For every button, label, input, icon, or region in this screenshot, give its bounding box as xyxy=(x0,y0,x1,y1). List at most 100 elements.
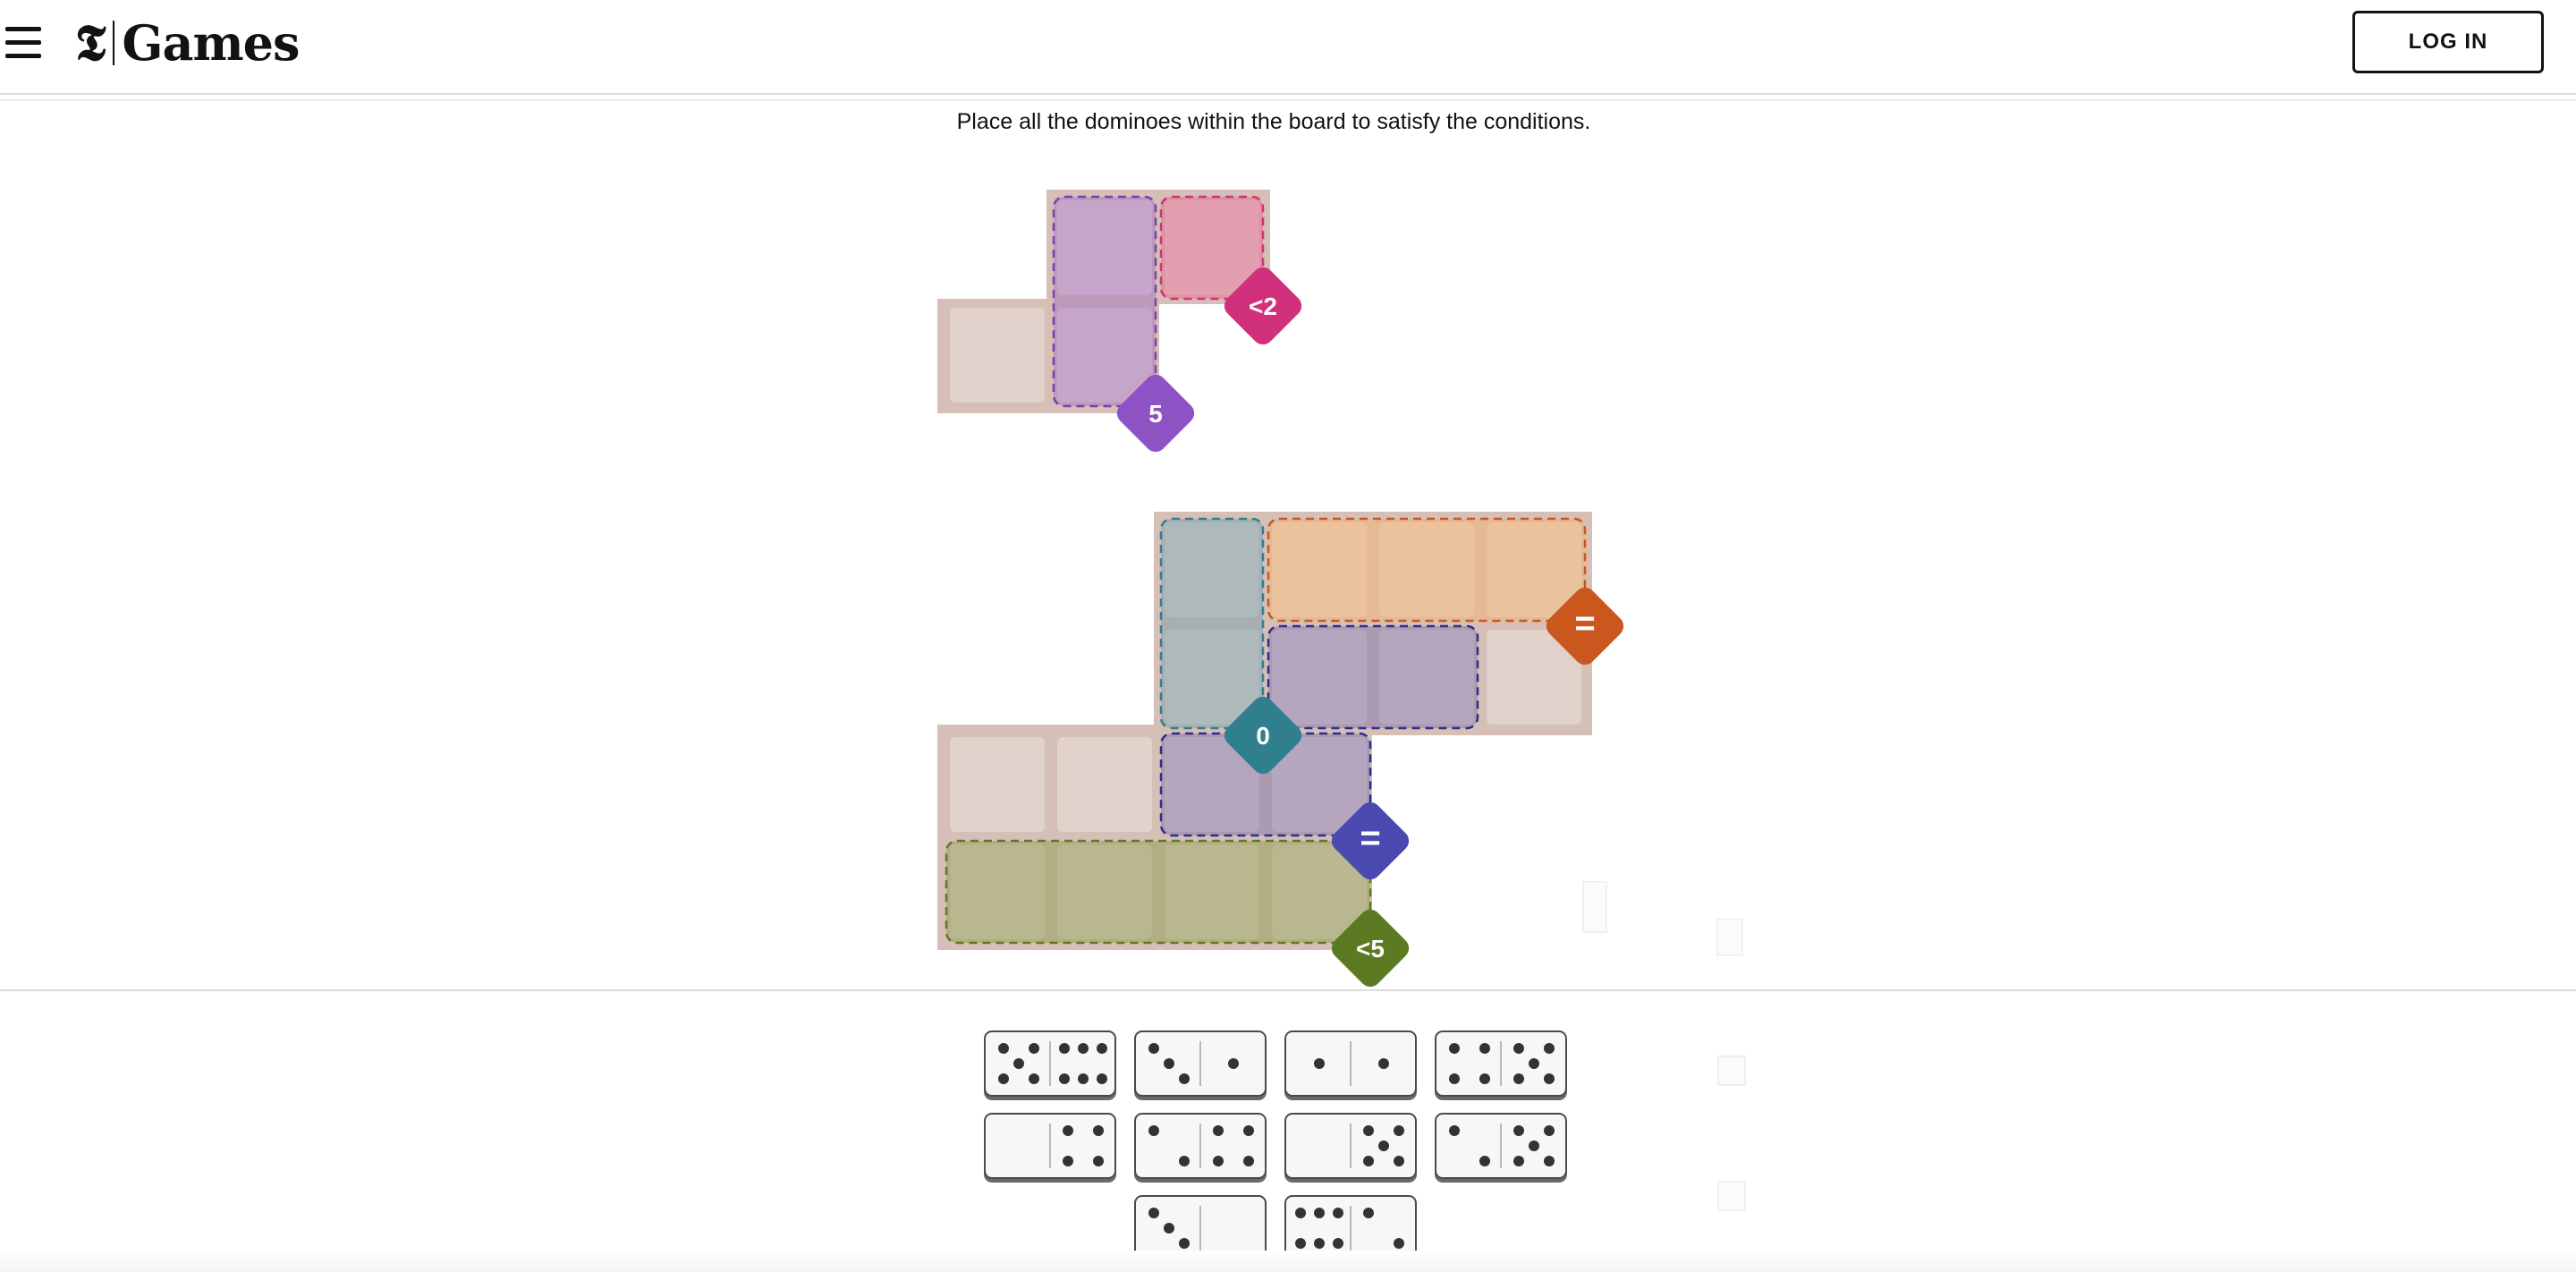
domino-pip xyxy=(1148,1125,1159,1136)
domino-pip xyxy=(1093,1156,1104,1166)
domino-half-right xyxy=(1055,1038,1111,1090)
domino-pip xyxy=(1078,1073,1089,1084)
domino-pip xyxy=(1243,1156,1254,1166)
domino-pip xyxy=(1544,1125,1555,1136)
domino-pip xyxy=(1097,1073,1107,1084)
domino-pip xyxy=(1097,1043,1107,1054)
domino-pip xyxy=(998,1043,1009,1054)
domino-pip xyxy=(1394,1125,1404,1136)
puzzle-board: <2 5 = 0 = <5 xyxy=(937,190,1743,988)
domino-half-left xyxy=(991,1038,1046,1090)
domino-pip xyxy=(1179,1156,1190,1166)
domino-half-right xyxy=(1506,1120,1562,1172)
badge-label: <5 xyxy=(1356,935,1385,962)
domino-divider xyxy=(1350,1041,1352,1086)
domino-pip xyxy=(1449,1073,1460,1084)
domino-pip xyxy=(1063,1125,1073,1136)
domino-tile[interactable] xyxy=(1435,1030,1567,1097)
domino-pip xyxy=(1544,1043,1555,1054)
domino-pip xyxy=(1179,1238,1190,1249)
domino-pip xyxy=(1164,1058,1174,1069)
ghost-mark xyxy=(1717,1181,1746,1211)
board-cell[interactable] xyxy=(950,737,1045,832)
domino-pip xyxy=(1314,1208,1325,1218)
domino-half-right xyxy=(1206,1038,1261,1090)
domino-divider xyxy=(1049,1124,1051,1168)
domino-pip xyxy=(1378,1141,1389,1151)
domino-pip xyxy=(1314,1238,1325,1249)
domino-tile[interactable] xyxy=(1284,1030,1417,1097)
domino-pip xyxy=(1479,1073,1490,1084)
region-teal xyxy=(1159,517,1265,730)
domino-pip xyxy=(1213,1125,1224,1136)
ghost-mark xyxy=(1716,919,1743,956)
ghost-mark xyxy=(1582,881,1607,933)
domino-pip xyxy=(1544,1073,1555,1084)
domino-pip xyxy=(1394,1156,1404,1166)
domino-pip xyxy=(1078,1043,1089,1054)
domino-pip xyxy=(1529,1058,1539,1069)
domino-tile[interactable] xyxy=(1435,1113,1567,1179)
badge-label: 5 xyxy=(1148,400,1163,428)
domino-divider xyxy=(1350,1206,1352,1251)
domino-pip xyxy=(1333,1238,1343,1249)
domino-half-left xyxy=(1141,1120,1197,1172)
domino-pip xyxy=(1378,1058,1389,1069)
domino-pip xyxy=(1479,1043,1490,1054)
domino-divider xyxy=(1350,1124,1352,1168)
domino-pip xyxy=(1063,1156,1073,1166)
domino-pip xyxy=(1059,1043,1070,1054)
bottom-fade xyxy=(0,1251,2576,1272)
domino-pip xyxy=(1314,1058,1325,1069)
domino-pip xyxy=(998,1073,1009,1084)
domino-pip xyxy=(1513,1043,1524,1054)
domino-pip xyxy=(1449,1043,1460,1054)
domino-tile[interactable] xyxy=(1134,1030,1267,1097)
domino-divider xyxy=(1199,1124,1201,1168)
badge-label: = xyxy=(1360,818,1380,858)
domino-pip xyxy=(1394,1238,1404,1249)
domino-tile[interactable] xyxy=(984,1030,1116,1097)
domino-pip xyxy=(1148,1043,1159,1054)
domino-pip xyxy=(1363,1208,1374,1218)
region-purple xyxy=(1052,195,1157,408)
domino-tile[interactable] xyxy=(984,1113,1116,1179)
tray-divider xyxy=(0,989,2576,991)
board-cell[interactable] xyxy=(1057,737,1152,832)
domino-half-left xyxy=(1442,1120,1497,1172)
domino-pip xyxy=(1333,1208,1343,1218)
domino-pip xyxy=(1513,1073,1524,1084)
domino-pip xyxy=(1164,1223,1174,1234)
domino-divider xyxy=(1500,1041,1502,1086)
domino-pip xyxy=(1513,1125,1524,1136)
domino-divider xyxy=(1199,1041,1201,1086)
domino-pip xyxy=(1029,1073,1039,1084)
domino-half-left xyxy=(1442,1038,1497,1090)
domino-pip xyxy=(1148,1208,1159,1218)
domino-pip xyxy=(1363,1125,1374,1136)
domino-tile[interactable] xyxy=(1284,1113,1417,1179)
domino-tile[interactable] xyxy=(1134,1113,1267,1179)
domino-pip xyxy=(1529,1141,1539,1151)
domino-pip xyxy=(1449,1125,1460,1136)
badge-label: 0 xyxy=(1256,722,1270,750)
domino-half-left xyxy=(1292,1120,1347,1172)
domino-half-right xyxy=(1506,1038,1562,1090)
domino-pip xyxy=(1513,1156,1524,1166)
region-orange xyxy=(1267,517,1587,623)
domino-half-left xyxy=(1141,1038,1197,1090)
region-indigo-upper xyxy=(1267,624,1479,730)
domino-half-right xyxy=(1356,1202,1411,1254)
domino-pip xyxy=(1295,1208,1306,1218)
domino-half-right xyxy=(1206,1120,1261,1172)
board-group-top xyxy=(937,190,1270,413)
domino-half-right xyxy=(1206,1202,1261,1254)
domino-pip xyxy=(1228,1058,1239,1069)
domino-pip xyxy=(1544,1156,1555,1166)
ghost-mark xyxy=(1717,1056,1746,1086)
domino-pip xyxy=(1295,1238,1306,1249)
domino-pip xyxy=(1029,1043,1039,1054)
domino-half-left xyxy=(1141,1202,1197,1254)
domino-pip xyxy=(1013,1058,1024,1069)
board-cell[interactable] xyxy=(950,308,1045,403)
